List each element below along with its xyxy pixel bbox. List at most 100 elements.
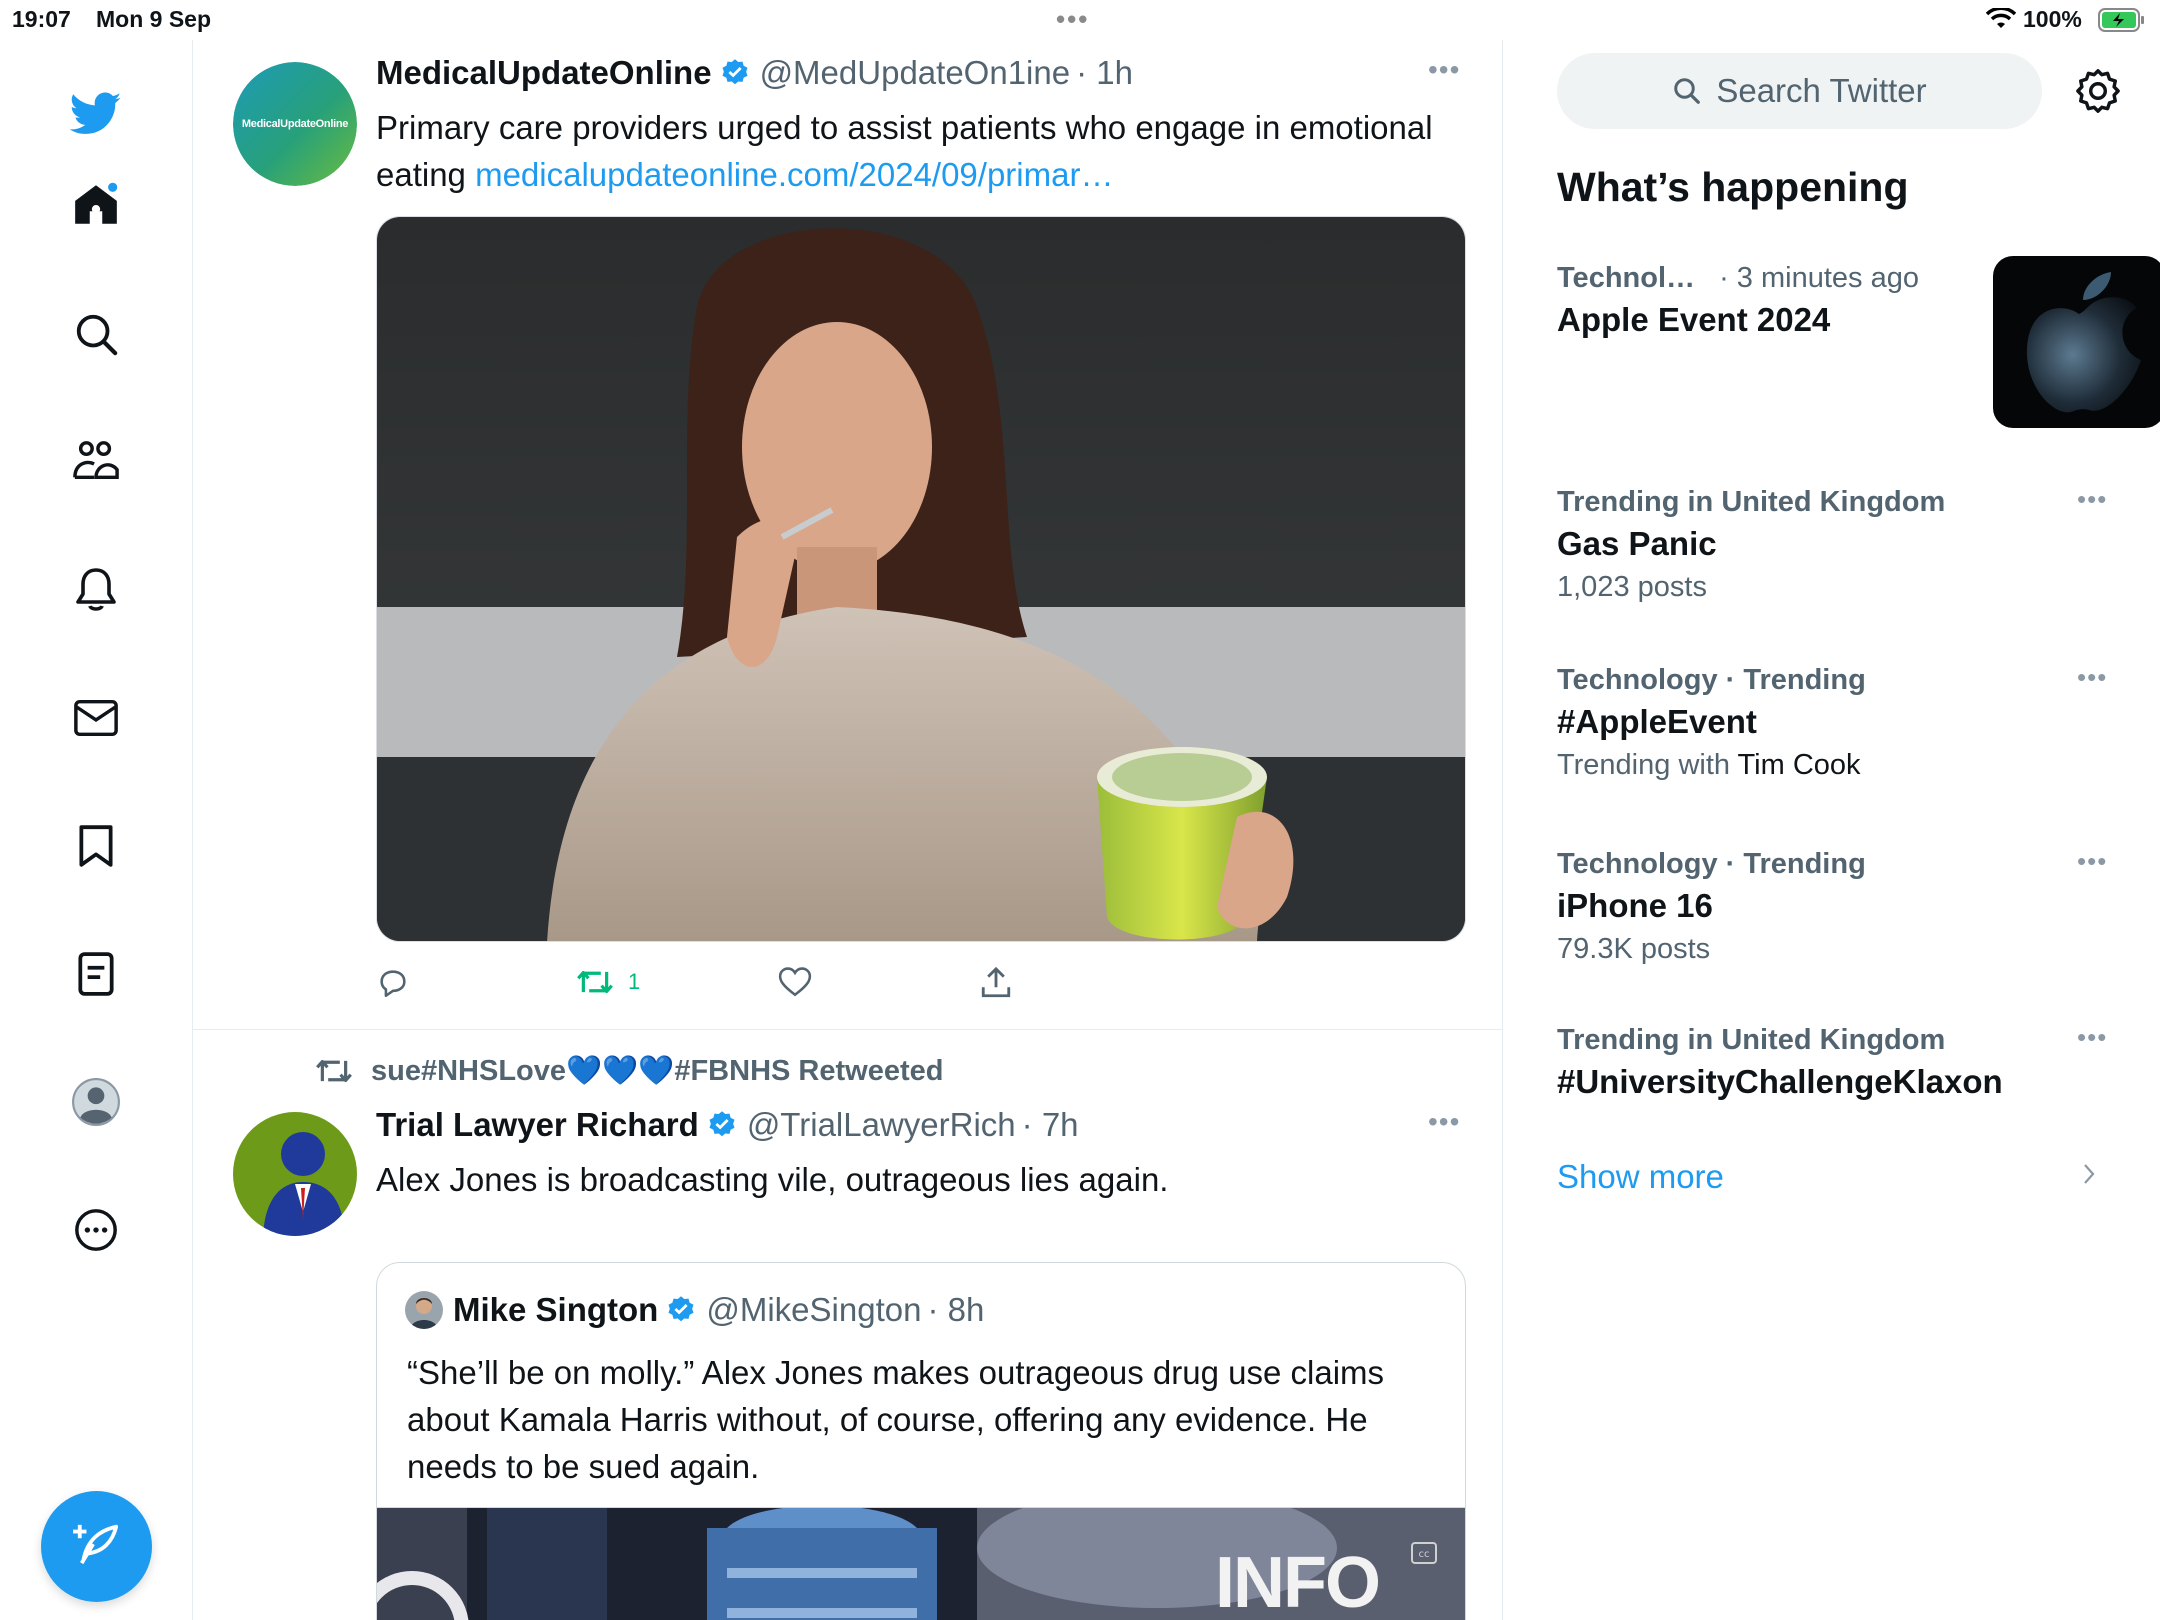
tweet-more-options-icon[interactable]: ••• — [1428, 54, 1460, 86]
verified-badge-icon — [666, 1295, 696, 1325]
trend-title: #AppleEvent — [1557, 703, 1757, 740]
trend-post-count: 79.3K posts — [1557, 933, 1711, 965]
reply-button[interactable] — [376, 966, 410, 1000]
quoted-tweet[interactable]: Mike Sington @MikeSington · 8h “She’ll b… — [376, 1262, 1466, 1620]
retweet-icon — [577, 970, 613, 994]
search-input[interactable]: Search Twitter — [1557, 53, 2042, 129]
quoted-avatar[interactable] — [405, 1291, 443, 1329]
trend-more-options-icon[interactable]: ••• — [2077, 662, 2107, 693]
trend-item[interactable]: Trending in United Kingdom #UniversityCh… — [1557, 1022, 2117, 1101]
tweet-header: MedicalUpdateOnline @MedUpdateOn1ine · 1… — [376, 54, 1133, 92]
like-icon — [778, 967, 812, 997]
status-time: 19:07 — [12, 6, 71, 32]
retweet-indicator-icon — [316, 1059, 352, 1083]
tweet-header: Trial Lawyer Richard @TrialLawyerRich · … — [376, 1106, 1079, 1144]
tweet-image-woman-eating-ice-cream[interactable] — [376, 216, 1466, 942]
trend-subtitle-prefix: Trending with — [1557, 749, 1738, 781]
captions-icon[interactable]: cc — [1411, 1542, 1437, 1569]
tweet-time[interactable]: · 7h — [1022, 1106, 1079, 1144]
communities-icon[interactable] — [70, 436, 122, 488]
profile-icon[interactable] — [70, 1076, 122, 1128]
battery-percentage: 100% — [2023, 6, 2082, 32]
search-icon — [1674, 78, 1701, 104]
chevron-right-icon[interactable] — [2082, 1162, 2096, 1191]
search-placeholder: Search Twitter — [1716, 72, 1927, 109]
trend-category: Technol… — [1557, 262, 1696, 294]
home-timeline: MedicalUpdateOnline MedicalUpdateOnline … — [193, 40, 1503, 1620]
quoted-tweet-time[interactable]: · 8h — [927, 1291, 984, 1329]
tweet-time[interactable]: · 1h — [1076, 54, 1133, 92]
quoted-tweet-text: “She’ll be on molly.” Alex Jones makes o… — [407, 1354, 1385, 1485]
status-date: Mon 9 Sep — [96, 6, 212, 32]
quoted-author-name[interactable]: Mike Sington — [453, 1291, 658, 1329]
trend-related-name: Tim Cook — [1737, 749, 1861, 781]
tweet[interactable]: sue#NHSLove💙💙💙#FBNHS Retweeted Trial Law… — [193, 1030, 1502, 1620]
video-overlay-text: INFO WARS — [1215, 1543, 1425, 1620]
whats-happening-heading: What’s happening — [1557, 164, 1909, 210]
apple-event-thumbnail — [1993, 256, 2160, 428]
compose-tweet-button[interactable] — [41, 1491, 152, 1602]
trend-category: Technology · Trending — [1557, 848, 1866, 880]
tweet-text: Alex Jones is broadcasting vile, outrage… — [376, 1161, 1169, 1198]
avatar[interactable]: MedicalUpdateOnline — [233, 62, 357, 186]
messages-icon[interactable] — [70, 692, 122, 744]
right-sidebar: Search Twitter What’s happening Technol…… — [1504, 40, 2160, 1620]
search-icon[interactable] — [70, 308, 122, 360]
trend-item[interactable]: Technology · Trending #AppleEvent Trendi… — [1557, 662, 2117, 782]
tweet[interactable]: MedicalUpdateOnline MedicalUpdateOnline … — [193, 40, 1502, 1030]
retweet-count: 1 — [628, 969, 641, 994]
trend-more-options-icon[interactable]: ••• — [2077, 1022, 2107, 1053]
bookmarks-icon[interactable] — [70, 820, 122, 872]
trend-more-options-icon[interactable]: ••• — [2077, 846, 2107, 877]
notifications-icon[interactable] — [70, 564, 122, 616]
trend-more-options-icon[interactable]: ••• — [2077, 484, 2107, 515]
retweeted-by-text: sue#NHSLove💙💙💙#FBNHS Retweeted — [371, 1055, 944, 1087]
trend-item[interactable]: Technol… · 3 minutes ago Apple Event 202… — [1557, 256, 2160, 428]
author-handle[interactable]: @TrialLawyerRich — [747, 1106, 1016, 1144]
battery-icon — [2098, 8, 2146, 38]
retweeted-by-label[interactable]: sue#NHSLove💙💙💙#FBNHS Retweeted — [315, 1054, 943, 1088]
more-icon[interactable] — [70, 1204, 122, 1256]
trend-time: · 3 minutes ago — [1719, 262, 1919, 294]
compose-tweet-icon — [72, 1521, 122, 1572]
trend-subtitle: Trending with Tim Cook — [1557, 749, 2117, 782]
settings-gear-icon[interactable] — [2075, 68, 2121, 119]
trend-title: Gas Panic — [1557, 525, 1717, 562]
tweet-more-options-icon[interactable]: ••• — [1428, 1106, 1460, 1138]
show-more-link[interactable]: Show more — [1557, 1158, 1724, 1196]
author-handle[interactable]: @MedUpdateOn1ine — [760, 54, 1071, 92]
retweet-button[interactable]: 1 — [576, 966, 640, 998]
trend-category: Trending in United Kingdom — [1557, 486, 1946, 518]
tweet-link[interactable]: medicalupdateonline.com/2024/09/primar… — [475, 156, 1113, 193]
author-name[interactable]: MedicalUpdateOnline — [376, 54, 712, 92]
like-button[interactable] — [778, 966, 812, 998]
share-button[interactable] — [980, 966, 1012, 1000]
avatar[interactable] — [233, 1112, 357, 1236]
trend-category: Trending in United Kingdom — [1557, 1024, 1946, 1056]
wifi-icon — [1985, 6, 2017, 36]
tweet-text: Primary care providers urged to assist p… — [376, 104, 1466, 198]
quoted-tweet-video-thumbnail[interactable]: INFO WARS cc — [377, 1507, 1465, 1620]
author-name[interactable]: Trial Lawyer Richard — [376, 1106, 699, 1144]
tweet-actions: 1 — [376, 966, 1176, 1006]
lists-icon[interactable] — [70, 948, 122, 1000]
trend-title: iPhone 16 — [1557, 887, 1713, 924]
trend-item[interactable]: Trending in United Kingdom Gas Panic 1,0… — [1557, 484, 2117, 604]
reply-icon — [380, 970, 406, 998]
avatar-logo-text: MedicalUpdateOnline — [241, 118, 349, 130]
trend-title: #UniversityChallengeKlaxon — [1557, 1063, 2003, 1100]
multitasking-handle[interactable]: ••• — [1056, 4, 1089, 35]
quoted-author-handle[interactable]: @MikeSington — [706, 1291, 921, 1329]
verified-badge-icon — [720, 58, 750, 88]
quoted-tweet-header: Mike Sington @MikeSington · 8h — [405, 1291, 984, 1329]
left-navigation — [0, 40, 193, 1620]
share-icon — [981, 966, 1011, 998]
verified-badge-icon — [707, 1110, 737, 1140]
status-bar: 19:07 Mon 9 Sep ••• 100% — [0, 0, 2160, 40]
trend-post-count: 1,023 posts — [1557, 571, 1707, 603]
trend-category: Technology · Trending — [1557, 664, 1866, 696]
home-icon[interactable] — [70, 179, 122, 231]
twitter-logo-icon[interactable] — [70, 88, 122, 140]
trend-item[interactable]: Technology · Trending iPhone 16 79.3K po… — [1557, 846, 2117, 966]
svg-text:cc: cc — [1419, 1549, 1430, 1560]
